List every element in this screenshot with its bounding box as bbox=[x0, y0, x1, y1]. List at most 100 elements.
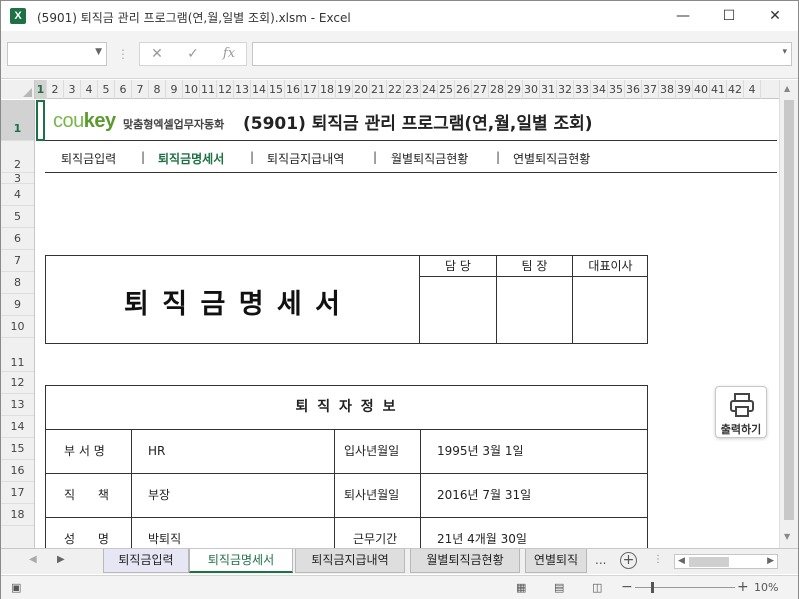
row-header-cell[interactable]: 4 bbox=[1, 184, 34, 206]
column-header-cell[interactable]: 25 bbox=[438, 80, 455, 99]
row-header-cell[interactable]: 8 bbox=[1, 272, 34, 294]
row-header-cell[interactable]: 15 bbox=[1, 438, 34, 460]
row-header-cell[interactable]: 13 bbox=[1, 394, 34, 416]
column-header-cell[interactable]: 26 bbox=[455, 80, 472, 99]
column-header-cell[interactable]: 4 bbox=[744, 80, 761, 99]
row-header-cell[interactable]: 5 bbox=[1, 206, 34, 228]
column-header-cell[interactable]: 33 bbox=[574, 80, 591, 99]
cancel-icon[interactable]: ✕ bbox=[144, 46, 170, 62]
name-value[interactable]: 박퇴직 bbox=[148, 518, 181, 548]
column-header-cell[interactable]: 40 bbox=[693, 80, 710, 99]
add-sheet-button[interactable]: + bbox=[620, 552, 637, 569]
enter-icon[interactable]: ✓ bbox=[180, 46, 206, 62]
column-header-cell[interactable]: 18 bbox=[319, 80, 336, 99]
column-header-cell[interactable]: 38 bbox=[659, 80, 676, 99]
service-period-value[interactable]: 21년 4개월 30일 bbox=[437, 518, 527, 548]
column-header-cell[interactable]: 16 bbox=[285, 80, 302, 99]
row-header-cell[interactable]: 10 bbox=[1, 316, 34, 338]
tab-retirement-input[interactable]: 퇴직금입력 bbox=[103, 549, 189, 573]
nav-retirement-statement[interactable]: 퇴직금명세서 bbox=[158, 150, 224, 167]
row-header-cell[interactable]: 6 bbox=[1, 228, 34, 250]
page-break-view-icon[interactable]: ◫ bbox=[592, 581, 602, 594]
scroll-down-icon[interactable]: ▼ bbox=[784, 532, 790, 541]
column-header-cell[interactable]: 34 bbox=[591, 80, 608, 99]
column-header-cell[interactable]: 6 bbox=[115, 80, 132, 99]
zoom-slider[interactable] bbox=[635, 587, 735, 588]
maximize-button[interactable]: ☐ bbox=[706, 1, 752, 31]
tab-monthly-status[interactable]: 월별퇴직금현황 bbox=[410, 549, 520, 573]
column-header-cell[interactable]: 9 bbox=[166, 80, 183, 99]
tab-payment-history[interactable]: 퇴직금지급내역 bbox=[295, 549, 405, 573]
row-header-cell[interactable]: 7 bbox=[1, 250, 34, 272]
nav-yearly-status[interactable]: 연별퇴직금현황 bbox=[513, 150, 590, 167]
normal-view-icon[interactable]: ▦ bbox=[516, 581, 526, 594]
column-header-cell[interactable]: 36 bbox=[625, 80, 642, 99]
column-header-cell[interactable]: 32 bbox=[557, 80, 574, 99]
column-header-cell[interactable]: 41 bbox=[710, 80, 727, 99]
vertical-scrollbar[interactable]: ▲ ▼ bbox=[779, 80, 798, 548]
chevron-down-icon[interactable]: ▼ bbox=[95, 47, 102, 57]
select-all-corner[interactable] bbox=[1, 80, 35, 99]
tab-retirement-statement[interactable]: 퇴직금명세서 bbox=[189, 549, 293, 573]
column-header-cell[interactable]: 10 bbox=[183, 80, 200, 99]
scroll-left-icon[interactable]: ◀ bbox=[678, 556, 685, 566]
column-header-cell[interactable]: 17 bbox=[302, 80, 319, 99]
zoom-level[interactable]: 10% bbox=[754, 581, 778, 594]
horizontal-scrollbar[interactable]: ◀ ▶ bbox=[674, 554, 778, 569]
column-header-cell[interactable]: 23 bbox=[404, 80, 421, 99]
zoom-out-button[interactable]: − bbox=[621, 579, 633, 595]
position-value[interactable]: 부장 bbox=[148, 474, 170, 517]
resign-date-value[interactable]: 2016년 7월 31일 bbox=[437, 474, 531, 517]
column-header-cell[interactable]: 27 bbox=[472, 80, 489, 99]
row-header-cell[interactable]: 9 bbox=[1, 294, 34, 316]
tab-splitter-icon[interactable]: ⋮ bbox=[653, 554, 663, 565]
worksheet[interactable]: coukey 맞춤형엑셀업무자동화 (5901) 퇴직금 관리 프로그램(연,월… bbox=[36, 100, 778, 548]
column-header-cell[interactable]: 37 bbox=[642, 80, 659, 99]
column-header-cell[interactable]: 1 bbox=[35, 80, 47, 99]
row-header-cell[interactable]: 11 bbox=[1, 338, 34, 372]
row-header-cell[interactable]: 17 bbox=[1, 482, 34, 504]
column-header-cell[interactable]: 8 bbox=[149, 80, 166, 99]
column-header-cell[interactable]: 35 bbox=[608, 80, 625, 99]
row-header-cell[interactable]: 18 bbox=[1, 504, 34, 526]
scroll-up-icon[interactable]: ▲ bbox=[784, 84, 790, 93]
insert-function-icon[interactable]: fx bbox=[216, 46, 242, 61]
column-header-cell[interactable]: 12 bbox=[217, 80, 234, 99]
nav-monthly-status[interactable]: 월별퇴직금현황 bbox=[391, 150, 468, 167]
minimize-button[interactable]: — bbox=[660, 1, 706, 31]
column-header-cell[interactable]: 13 bbox=[234, 80, 251, 99]
column-header-cell[interactable]: 4 bbox=[81, 80, 98, 99]
column-header-cell[interactable]: 31 bbox=[540, 80, 557, 99]
column-header-cell[interactable]: 22 bbox=[387, 80, 404, 99]
horizontal-scroll-thumb[interactable] bbox=[689, 557, 729, 567]
column-header-cell[interactable]: 19 bbox=[336, 80, 353, 99]
name-box[interactable]: ▼ bbox=[7, 42, 107, 66]
column-header-cell[interactable]: 24 bbox=[421, 80, 438, 99]
zoom-slider-thumb[interactable] bbox=[651, 582, 654, 593]
nav-retirement-input[interactable]: 퇴직금입력 bbox=[61, 150, 116, 167]
tab-next-icon[interactable]: ▶ bbox=[57, 554, 65, 565]
row-header-cell[interactable]: 2 bbox=[1, 141, 34, 173]
close-button[interactable]: ✕ bbox=[752, 1, 798, 31]
column-header-cell[interactable]: 39 bbox=[676, 80, 693, 99]
more-tabs-icon[interactable]: ... bbox=[595, 553, 606, 567]
row-header-cell[interactable]: 16 bbox=[1, 460, 34, 482]
column-header-cell[interactable]: 7 bbox=[132, 80, 149, 99]
column-header-cell[interactable]: 2 bbox=[47, 80, 64, 99]
zoom-in-button[interactable]: + bbox=[737, 579, 749, 595]
column-header-cell[interactable]: 21 bbox=[370, 80, 387, 99]
print-button[interactable]: 출력하기 bbox=[715, 386, 767, 438]
column-header-cell[interactable]: 14 bbox=[251, 80, 268, 99]
row-header-cell[interactable]: 12 bbox=[1, 372, 34, 394]
tab-yearly-status[interactable]: 연별퇴직 bbox=[525, 549, 587, 573]
tab-prev-icon[interactable]: ◀ bbox=[29, 554, 37, 565]
column-header-cell[interactable]: 15 bbox=[268, 80, 285, 99]
column-header-cell[interactable]: 30 bbox=[523, 80, 540, 99]
column-header-cell[interactable]: 20 bbox=[353, 80, 370, 99]
column-header-cell[interactable]: 29 bbox=[506, 80, 523, 99]
nav-payment-history[interactable]: 퇴직금지급내역 bbox=[267, 150, 344, 167]
vertical-scroll-thumb[interactable] bbox=[784, 100, 794, 520]
active-cell[interactable] bbox=[36, 100, 45, 141]
dept-value[interactable]: HR bbox=[148, 430, 165, 473]
row-header-cell[interactable]: 1 bbox=[1, 100, 34, 141]
